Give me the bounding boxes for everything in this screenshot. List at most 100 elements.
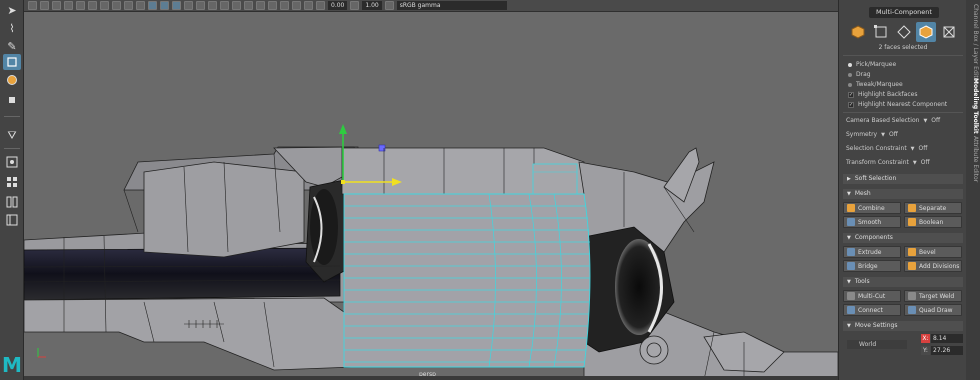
color-management-icon[interactable] <box>384 1 394 10</box>
add-divisions-icon <box>908 262 916 270</box>
soft-selection-section[interactable]: ▶ Soft Selection <box>843 174 963 184</box>
extrude-button[interactable]: Extrude <box>843 246 901 258</box>
scale-tool-icon[interactable] <box>3 92 21 108</box>
quad-draw-button[interactable]: Quad Draw <box>904 304 962 316</box>
y-axis-label: Y: <box>921 346 930 355</box>
textured-icon[interactable] <box>184 1 193 10</box>
connect-icon <box>847 306 855 314</box>
depth-of-field-icon[interactable] <box>256 1 265 10</box>
viewport-persp[interactable]: persp <box>24 12 838 380</box>
target-weld-button[interactable]: Target Weld <box>904 290 962 302</box>
tab-modeling-toolkit[interactable]: Modeling Toolkit <box>967 78 979 134</box>
x-coordinate-field[interactable]: 8.14 <box>931 334 963 343</box>
wireframe-on-shaded-icon[interactable] <box>172 1 181 10</box>
move-tool-icon[interactable] <box>3 54 21 70</box>
combine-button[interactable]: Combine <box>843 202 901 214</box>
xray-icon[interactable] <box>280 1 289 10</box>
xray-joints-icon[interactable] <box>292 1 301 10</box>
rotate-tool-icon[interactable] <box>3 72 21 88</box>
anti-aliasing-icon[interactable] <box>244 1 253 10</box>
bevel-button[interactable]: Bevel <box>904 246 962 258</box>
selected-cylinder[interactable] <box>343 163 591 368</box>
highlight-backfaces-checkbox[interactable]: ✓ Highlight Backfaces <box>848 90 917 99</box>
connect-button[interactable]: Connect <box>843 304 901 316</box>
tab-channel-box[interactable]: Channel Box / Layer Editor <box>967 4 979 84</box>
extrude-icon <box>847 248 855 256</box>
uv-mode-button[interactable] <box>939 22 959 42</box>
highlight-nearest-checkbox[interactable]: ✓ Highlight Nearest Component <box>848 100 947 109</box>
film-gate-icon[interactable] <box>88 1 97 10</box>
gate-mask-icon[interactable] <box>112 1 121 10</box>
exposure-field[interactable]: 0.00 <box>328 1 348 10</box>
camera-icon[interactable] <box>28 1 37 10</box>
move-settings-panel: World X: 8.14 Y: 27.26 <box>843 331 963 380</box>
single-view-icon[interactable] <box>3 154 21 170</box>
shadows-icon[interactable] <box>208 1 217 10</box>
mode-title[interactable]: Multi-Component <box>869 7 939 18</box>
image-plane-icon[interactable] <box>64 1 73 10</box>
last-tool-icon[interactable]: ⛛ <box>3 128 21 144</box>
edge-icon <box>897 25 911 39</box>
lock-camera-icon[interactable] <box>40 1 49 10</box>
face-mode-button[interactable] <box>916 22 936 42</box>
y-coordinate-field[interactable]: 27.26 <box>931 346 963 355</box>
move-space-select[interactable]: World <box>847 340 907 349</box>
revolver-mesh <box>24 124 838 380</box>
vertex-mode-button[interactable] <box>871 22 891 42</box>
ambient-occlusion-icon[interactable] <box>220 1 229 10</box>
edge-mode-button[interactable] <box>894 22 914 42</box>
resolution-gate-icon[interactable] <box>100 1 109 10</box>
gamma-icon[interactable] <box>350 1 360 10</box>
tools-section[interactable]: ▼ Tools <box>843 277 963 287</box>
safe-action-icon[interactable] <box>136 1 145 10</box>
smooth-icon <box>847 218 855 226</box>
tweak-marquee-radio[interactable]: Tweak/Marquee <box>848 80 903 89</box>
separate-icon <box>908 204 916 212</box>
vertex-icon <box>874 25 887 38</box>
wireframe-icon[interactable] <box>148 1 157 10</box>
modeling-toolkit-panel: Multi-Component 2 faces selected Pick/Ma… <box>838 0 966 380</box>
field-chart-icon[interactable] <box>124 1 133 10</box>
lights-icon[interactable] <box>196 1 205 10</box>
multi-cut-icon <box>847 292 855 300</box>
isolate-select-icon[interactable] <box>268 1 277 10</box>
outliner-view-icon[interactable] <box>3 212 21 228</box>
pick-marquee-radio[interactable]: Pick/Marquee <box>848 60 896 69</box>
drag-radio[interactable]: Drag <box>848 70 871 79</box>
symmetry-option[interactable]: Symmetry ▼ Off <box>846 130 898 139</box>
bevel-icon <box>908 248 916 256</box>
xray-components-icon[interactable] <box>304 1 313 10</box>
grid-icon[interactable] <box>76 1 85 10</box>
object-cube-icon <box>851 25 865 39</box>
smooth-shade-icon[interactable] <box>160 1 169 10</box>
select-tool-icon[interactable]: ➤ <box>3 2 21 18</box>
bridge-button[interactable]: Bridge <box>843 260 901 272</box>
maya-logo-icon: M <box>2 353 22 377</box>
bridge-icon <box>847 262 855 270</box>
separate-button[interactable]: Separate <box>904 202 962 214</box>
four-view-icon[interactable] <box>3 174 21 190</box>
bookmark-icon[interactable] <box>52 1 61 10</box>
object-mode-button[interactable] <box>848 22 868 42</box>
motion-blur-icon[interactable] <box>232 1 241 10</box>
lasso-tool-icon[interactable]: ⌇ <box>3 20 21 36</box>
multi-cut-button[interactable]: Multi-Cut <box>843 290 901 302</box>
two-view-icon[interactable] <box>3 194 21 210</box>
gamma-field[interactable]: 1.00 <box>362 1 382 10</box>
smooth-button[interactable]: Smooth <box>843 216 901 228</box>
selection-status: 2 faces selected <box>878 44 928 51</box>
paint-select-tool-icon[interactable]: ✎ <box>3 38 21 54</box>
move-settings-section[interactable]: ▼ Move Settings <box>843 321 963 331</box>
boolean-button[interactable]: Boolean <box>904 216 962 228</box>
mesh-section[interactable]: ▼ Mesh <box>843 189 963 199</box>
tab-attribute-editor[interactable]: Attribute Editor <box>967 136 979 182</box>
add-divisions-button[interactable]: Add Divisions <box>904 260 962 272</box>
uv-icon <box>943 26 955 38</box>
timeline-strip <box>24 376 838 380</box>
exposure-icon[interactable] <box>316 1 325 10</box>
components-section[interactable]: ▼ Components <box>843 233 963 243</box>
camera-based-selection-option[interactable]: Camera Based Selection ▼ Off <box>846 116 940 125</box>
transform-constraint-option[interactable]: Transform Constraint ▼ Off <box>846 158 930 167</box>
selection-constraint-option[interactable]: Selection Constraint ▼ Off <box>846 144 927 153</box>
view-transform-select[interactable]: sRGB gamma <box>396 1 507 10</box>
